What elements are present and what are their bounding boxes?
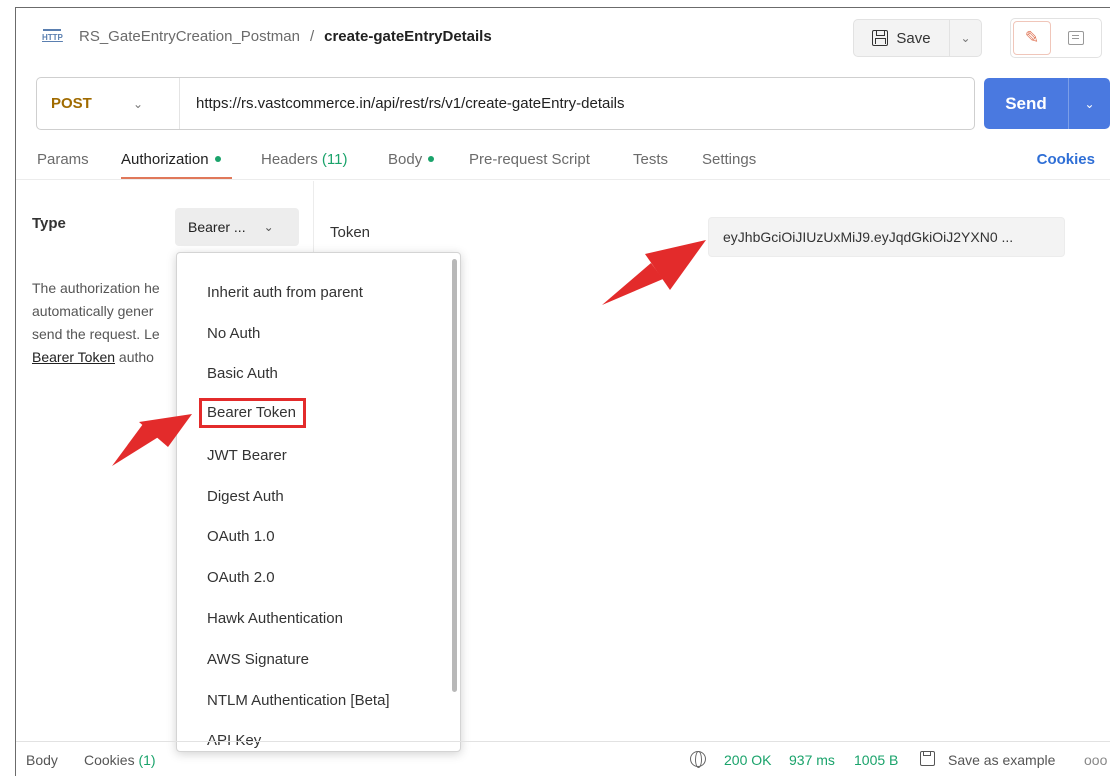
edit-button[interactable]: ✎ (1013, 21, 1051, 55)
bearer-token-docs-link[interactable]: Bearer Token (32, 349, 115, 365)
active-indicator-dot (214, 156, 221, 162)
tab-body-label: Body (388, 151, 423, 168)
more-options-icon[interactable]: ooo (1084, 752, 1107, 768)
send-options-dropdown[interactable]: ⌄ (1069, 78, 1110, 129)
dropdown-item-jwt-bearer[interactable]: JWT Bearer (207, 447, 287, 464)
chevron-down-icon: ⌄ (263, 220, 274, 234)
active-tab-underline (121, 177, 232, 179)
postman-window: HTTP RS_GateEntryCreation_Postman / crea… (15, 7, 1110, 776)
breadcrumb-separator: / (309, 28, 315, 45)
tab-authorization-label: Authorization (121, 151, 209, 168)
response-tab-cookies-label: Cookies (84, 752, 135, 768)
response-tab-cookies[interactable]: Cookies (1) (84, 752, 156, 768)
active-indicator-dot (428, 156, 435, 162)
floppy-disk-icon (872, 30, 889, 46)
auth-type-select[interactable]: Bearer ... ⌄ (175, 208, 299, 246)
request-tabs: Params Authorization Headers (11) Body P… (16, 146, 1110, 180)
tab-headers[interactable]: Headers (11) (261, 151, 347, 168)
comments-button[interactable] (1051, 31, 1101, 45)
response-tab-body[interactable]: Body (26, 752, 58, 768)
chevron-down-icon: ⌄ (1084, 96, 1095, 111)
view-toggle-group: ✎ (1010, 18, 1102, 58)
dropdown-item-hawk-authentication[interactable]: Hawk Authentication (207, 610, 343, 627)
dropdown-item-bearer-token[interactable]: Bearer Token (199, 398, 306, 428)
tab-params[interactable]: Params (37, 151, 89, 168)
send-button-group: Send ⌄ (984, 78, 1110, 129)
token-input[interactable]: eyJhbGciOiJIUzUxMiJ9.eyJqdGkiOiJ2YXN0 ..… (708, 217, 1065, 257)
tab-headers-label: Headers (261, 151, 318, 168)
request-header: HTTP RS_GateEntryCreation_Postman / crea… (16, 8, 1110, 66)
url-input[interactable]: https://rs.vastcommerce.in/api/rest/rs/v… (180, 95, 625, 112)
url-bar: POST ⌄ https://rs.vastcommerce.in/api/re… (36, 77, 975, 130)
dropdown-item-aws-signature[interactable]: AWS Signature (207, 651, 309, 668)
auth-type-label: Type (32, 215, 66, 232)
dropdown-item-oauth-2[interactable]: OAuth 2.0 (207, 569, 275, 586)
tab-body[interactable]: Body (388, 151, 435, 168)
save-button-group: Save ⌄ (853, 19, 982, 57)
token-label: Token (330, 224, 371, 241)
tab-authorization[interactable]: Authorization (121, 151, 221, 168)
comment-icon (1068, 31, 1084, 45)
chevron-down-icon: ⌄ (960, 31, 971, 45)
auth-type-dropdown-menu: Inherit auth from parent No Auth Basic A… (176, 252, 461, 752)
breadcrumb-request-name[interactable]: create-gateEntryDetails (324, 28, 492, 45)
tab-pre-request-script[interactable]: Pre-request Script (469, 151, 590, 168)
auth-description-text: autho (115, 349, 154, 365)
dropdown-item-oauth-1[interactable]: OAuth 1.0 (207, 528, 275, 545)
headers-count: (11) (321, 151, 348, 168)
dropdown-item-basic-auth[interactable]: Basic Auth (207, 365, 278, 382)
breadcrumb-collection[interactable]: RS_GateEntryCreation_Postman (79, 28, 300, 45)
tab-settings[interactable]: Settings (702, 151, 756, 168)
save-options-dropdown[interactable]: ⌄ (950, 20, 981, 56)
response-status-bar: Body Cookies (1) 200 OK 937 ms 1005 B Sa… (16, 741, 1110, 776)
save-as-example-button[interactable]: Save as example (948, 752, 1055, 768)
floppy-disk-icon (920, 751, 935, 766)
pencil-icon: ✎ (1024, 28, 1040, 47)
save-button[interactable]: Save (854, 20, 950, 56)
method-label: POST (51, 95, 92, 112)
chevron-down-icon: ⌄ (133, 96, 144, 111)
cookies-link[interactable]: Cookies (1037, 151, 1095, 168)
http-request-icon: HTTP (42, 29, 63, 45)
tab-tests[interactable]: Tests (633, 151, 668, 168)
send-button[interactable]: Send (984, 78, 1069, 129)
dropdown-item-digest-auth[interactable]: Digest Auth (207, 488, 284, 505)
dropdown-item-inherit-auth[interactable]: Inherit auth from parent (207, 284, 363, 301)
dropdown-item-no-auth[interactable]: No Auth (207, 325, 260, 342)
response-size[interactable]: 1005 B (854, 752, 898, 768)
globe-network-icon[interactable] (690, 751, 706, 768)
breadcrumb: RS_GateEntryCreation_Postman / create-ga… (79, 28, 492, 45)
auth-type-selected: Bearer ... (188, 219, 246, 235)
method-select[interactable]: POST ⌄ (37, 78, 180, 129)
status-code[interactable]: 200 OK (724, 752, 771, 768)
dropdown-scrollbar[interactable] (452, 259, 457, 692)
save-button-label: Save (896, 29, 931, 47)
dropdown-item-ntlm-authentication[interactable]: NTLM Authentication [Beta] (207, 692, 390, 709)
response-time[interactable]: 937 ms (789, 752, 835, 768)
cookies-count: (1) (138, 752, 156, 768)
